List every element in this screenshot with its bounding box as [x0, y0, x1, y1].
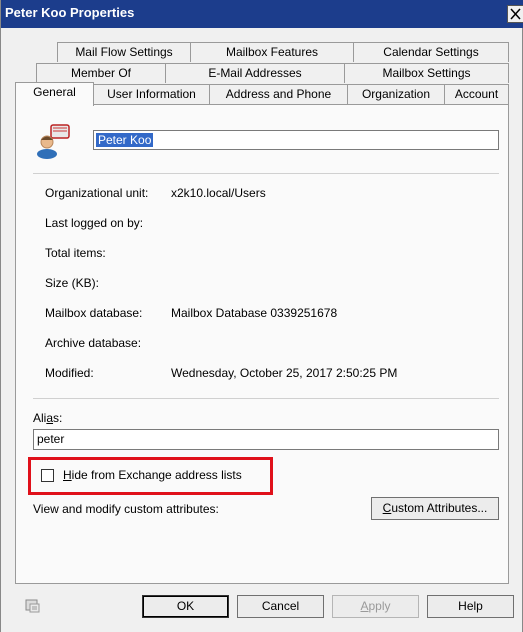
- hide-from-address-lists-label[interactable]: Hide from Exchange address lists: [63, 468, 242, 482]
- tab-label: Member Of: [70, 66, 131, 80]
- org-unit-value: x2k10.local/Users: [171, 186, 266, 200]
- org-unit-label: Organizational unit:: [45, 186, 149, 200]
- cancel-button[interactable]: Cancel: [237, 595, 324, 618]
- ok-button[interactable]: OK: [142, 595, 229, 618]
- tab-label: User Information: [107, 87, 196, 101]
- tab-label: E-Mail Addresses: [208, 66, 302, 80]
- tab-member-of[interactable]: Member Of: [36, 63, 166, 83]
- separator: [33, 173, 499, 174]
- window-title: Peter Koo Properties: [5, 5, 135, 20]
- close-icon: [510, 8, 521, 20]
- tab-mailbox-settings[interactable]: Mailbox Settings: [344, 63, 509, 83]
- display-name-text: Peter Koo: [96, 133, 154, 147]
- tab-label: Mailbox Features: [225, 45, 319, 59]
- tab-label: Mailbox Settings: [382, 66, 471, 80]
- tab-address-and-phone[interactable]: Address and Phone: [209, 84, 348, 104]
- tab-label: Address and Phone: [225, 87, 332, 101]
- alias-label: Alias:: [33, 411, 63, 425]
- tab-label: Calendar Settings: [383, 45, 479, 59]
- tab-label: Mail Flow Settings: [75, 45, 173, 59]
- hide-from-address-lists-checkbox[interactable]: [41, 469, 54, 482]
- display-name-input[interactable]: Peter Koo: [93, 130, 499, 150]
- mailbox-database-value: Mailbox Database 0339251678: [171, 306, 338, 320]
- tab-label: General: [33, 85, 76, 99]
- properties-dialog: Peter Koo Properties Mail Flow Settings …: [0, 0, 523, 632]
- apply-button[interactable]: Apply: [332, 595, 419, 618]
- tab-organization[interactable]: Organization: [347, 84, 445, 104]
- tab-general[interactable]: General: [15, 82, 94, 106]
- tab-mail-flow-settings[interactable]: Mail Flow Settings: [57, 42, 191, 62]
- last-logged-on-label: Last logged on by:: [45, 216, 144, 230]
- alias-input[interactable]: peter: [33, 429, 499, 450]
- modified-label: Modified:: [45, 366, 94, 380]
- size-kb-label: Size (KB):: [45, 276, 100, 290]
- total-items-label: Total items:: [45, 246, 106, 260]
- tab-email-addresses[interactable]: E-Mail Addresses: [165, 63, 345, 83]
- tab-mailbox-features[interactable]: Mailbox Features: [190, 42, 354, 62]
- help-context-icon[interactable]: [25, 598, 41, 614]
- separator: [33, 398, 499, 399]
- help-button[interactable]: Help: [427, 595, 514, 618]
- tab-user-information[interactable]: User Information: [93, 84, 210, 104]
- tab-calendar-settings[interactable]: Calendar Settings: [353, 42, 509, 62]
- close-button[interactable]: [507, 5, 523, 23]
- custom-attributes-text: View and modify custom attributes:: [33, 502, 219, 516]
- mailbox-user-icon: [37, 124, 70, 159]
- title-bar[interactable]: Peter Koo Properties: [1, 0, 523, 28]
- archive-database-label: Archive database:: [45, 336, 142, 350]
- tab-label: Account: [454, 87, 499, 101]
- tab-account[interactable]: Account: [444, 84, 509, 104]
- tab-label: Organization: [361, 87, 431, 101]
- custom-attributes-button[interactable]: Custom Attributes...: [371, 497, 499, 520]
- modified-value: Wednesday, October 25, 2017 2:50:25 PM: [171, 366, 398, 380]
- mailbox-database-label: Mailbox database:: [45, 306, 143, 320]
